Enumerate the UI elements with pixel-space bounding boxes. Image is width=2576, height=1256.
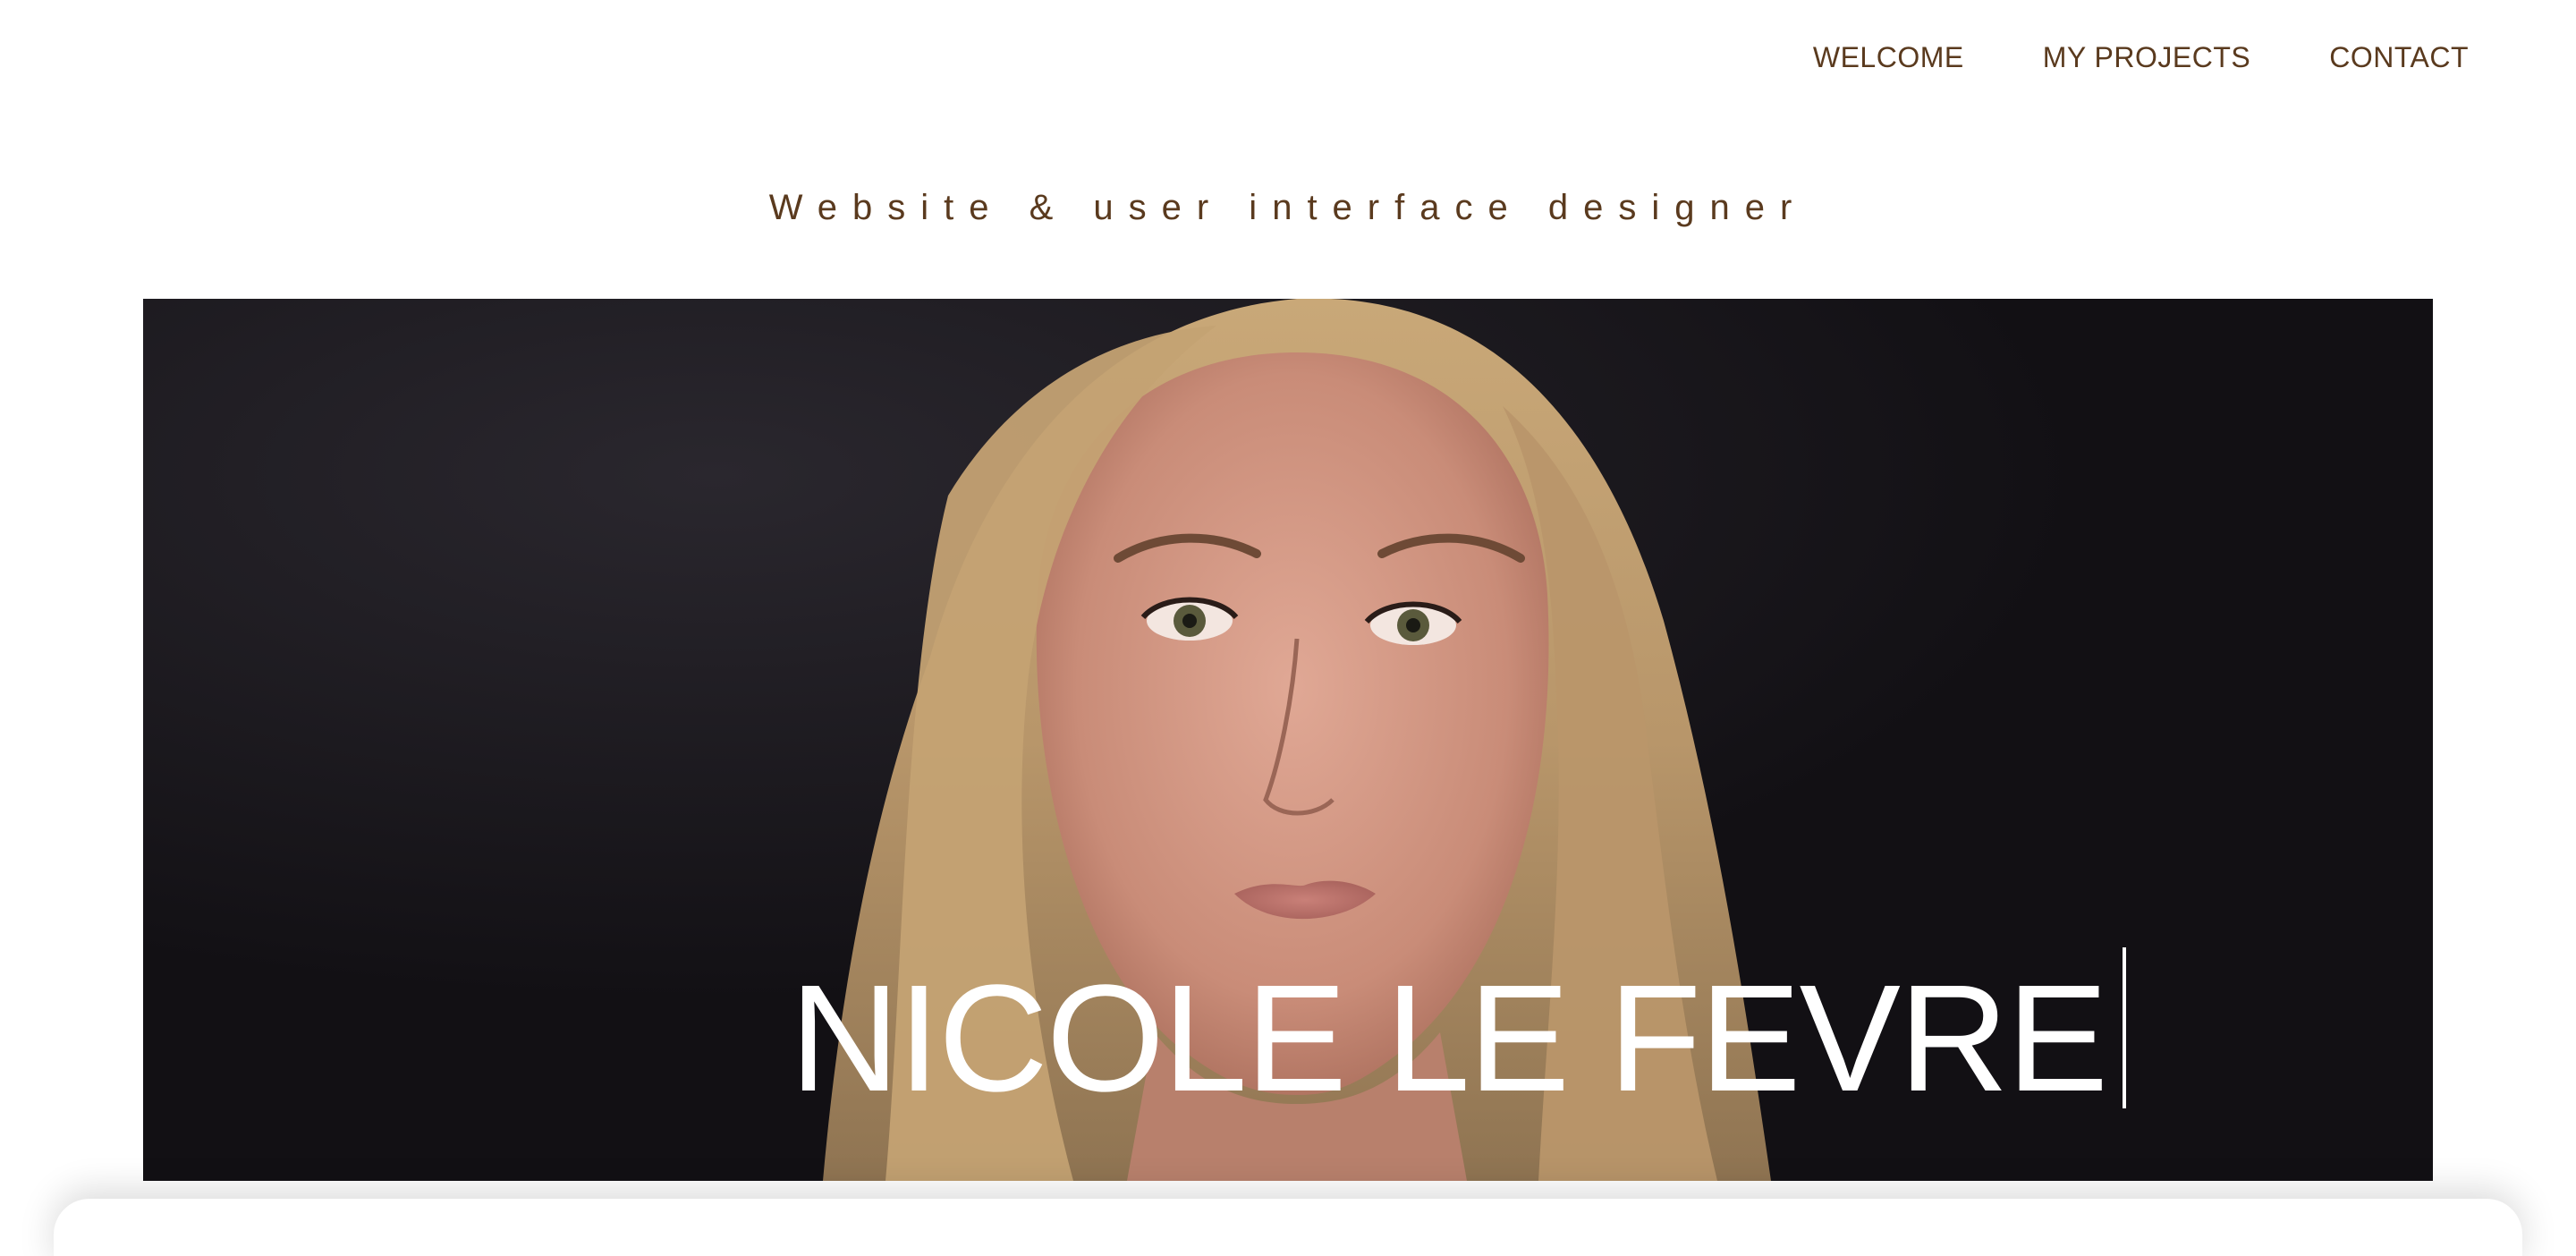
main-nav: WELCOME MY PROJECTS CONTACT <box>1813 39 2469 75</box>
text-caret <box>2123 947 2127 1108</box>
page: WELCOME MY PROJECTS CONTACT Website & us… <box>0 0 2576 1256</box>
next-section-edge <box>54 1199 2522 1256</box>
nav-my-projects-link[interactable]: MY PROJECTS <box>2043 39 2251 75</box>
nav-contact-link[interactable]: CONTACT <box>2329 39 2469 75</box>
hero-banner: NICOLE LE FEVRE <box>143 299 2433 1181</box>
hero-name-container: NICOLE LE FEVRE <box>790 947 2127 1124</box>
nav-welcome-link[interactable]: WELCOME <box>1813 39 1964 75</box>
tagline: Website & user interface designer <box>768 188 1808 227</box>
hero-name: NICOLE LE FEVRE <box>790 954 2108 1124</box>
